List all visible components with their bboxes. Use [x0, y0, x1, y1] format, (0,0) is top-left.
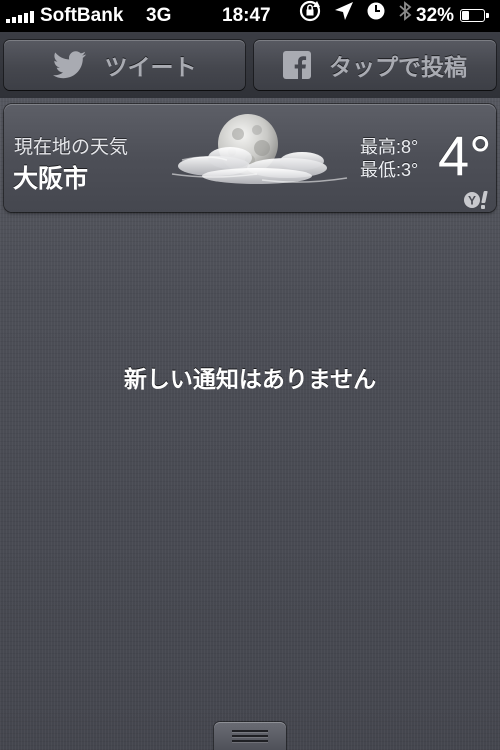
status-icons: [298, 0, 412, 32]
battery-icon: [460, 9, 490, 23]
grabber-handle[interactable]: [214, 722, 286, 750]
moon-cloud-icon: [162, 110, 352, 198]
network-type: 3G: [146, 5, 172, 26]
yahoo-icon[interactable]: Y: [462, 190, 496, 214]
weather-low: 最低:3°: [360, 160, 419, 180]
weather-widget[interactable]: 現在地の天気 大阪市 最高:8° 最低:3° 4°: [4, 104, 496, 212]
rotation-lock-icon: [298, 0, 322, 34]
tweet-button[interactable]: ツイート: [4, 40, 245, 90]
signal-icon: [6, 9, 34, 23]
location-icon: [334, 0, 354, 32]
weather-high-low: 最高:8° 最低:3°: [360, 136, 418, 182]
alarm-icon: [366, 0, 386, 32]
status-clock: 18:47: [222, 5, 271, 26]
battery-percent: 32%: [416, 5, 455, 26]
svg-text:Y: Y: [468, 194, 476, 208]
weather-city: 大阪市: [13, 164, 89, 193]
status-bar: SoftBank 3G 18:47 32%: [0, 0, 500, 32]
tweet-label: ツイート: [104, 55, 197, 81]
bluetooth-icon: [398, 0, 412, 33]
facebook-post-button[interactable]: タップで投稿: [254, 40, 496, 90]
post-label: タップで投稿: [329, 55, 467, 81]
facebook-icon: [283, 51, 311, 79]
weather-temperature: 4°: [438, 124, 492, 187]
carrier-name: SoftBank: [40, 5, 124, 26]
share-widget: ツイート タップで投稿: [0, 32, 500, 98]
weather-high: 最高:8°: [360, 137, 419, 157]
twitter-bird-icon: [52, 51, 87, 79]
weather-location-label: 現在地の天気: [14, 136, 129, 158]
empty-notifications-message: 新しい通知はありません: [123, 367, 377, 393]
